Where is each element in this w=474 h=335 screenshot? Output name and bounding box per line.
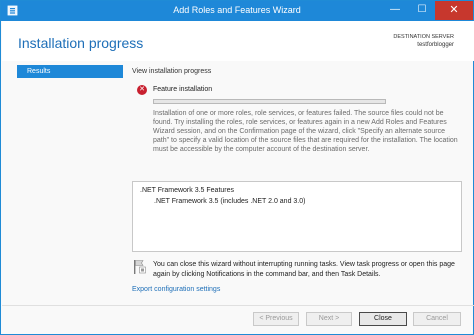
export-configuration-link[interactable]: Export configuration settings — [132, 286, 220, 293]
wizard-window: Add Roles and Features Wizard — ☐ ✕ Inst… — [0, 0, 474, 335]
cancel-button[interactable]: Cancel — [413, 312, 461, 326]
minimize-button[interactable]: — — [381, 1, 409, 20]
list-item: .NET Framework 3.5 Features — [140, 187, 235, 194]
close-button[interactable]: Close — [359, 312, 407, 326]
wizard-sidebar: Results — [17, 65, 123, 78]
destination-server-label: DESTINATION SERVER — [393, 34, 454, 40]
status-label: Feature installation — [153, 86, 213, 93]
destination-server-name: testforblogger — [417, 42, 454, 48]
notification-flag-icon — [134, 260, 146, 274]
page-header: Installation progress DESTINATION SERVER… — [2, 21, 474, 61]
footer-divider — [2, 305, 474, 306]
maximize-button[interactable]: ☐ — [409, 1, 435, 20]
window-close-button[interactable]: ✕ — [435, 1, 473, 20]
title-bar[interactable]: Add Roles and Features Wizard — ☐ ✕ — [1, 1, 473, 21]
installation-progress-bar — [153, 99, 386, 104]
error-message: Installation of one or more roles, role … — [153, 110, 458, 154]
next-button[interactable]: Next > — [306, 312, 352, 326]
error-icon: ✕ — [137, 85, 147, 95]
section-label: View installation progress — [132, 68, 212, 75]
sidebar-item-results[interactable]: Results — [17, 65, 123, 78]
results-list[interactable]: .NET Framework 3.5 Features .NET Framewo… — [132, 181, 462, 252]
progress-fill — [154, 100, 385, 103]
previous-button[interactable]: < Previous — [253, 312, 299, 326]
list-item: .NET Framework 3.5 (includes .NET 2.0 an… — [154, 198, 306, 205]
page-title: Installation progress — [18, 35, 144, 51]
info-message: You can close this wizard without interr… — [153, 261, 455, 278]
